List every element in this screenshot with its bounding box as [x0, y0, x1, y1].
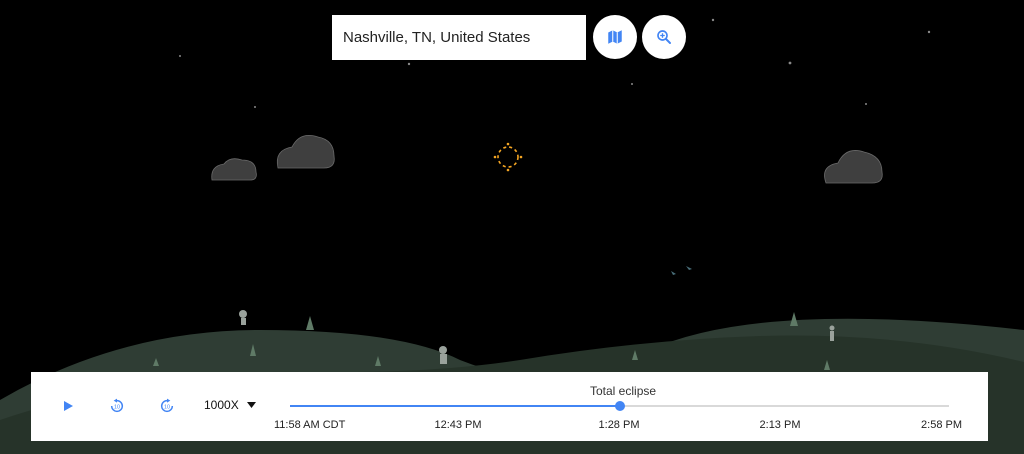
- timeline-tick-label: 2:13 PM: [759, 419, 801, 431]
- forward-10-button[interactable]: 10: [157, 396, 177, 416]
- cloud-left-small: [211, 158, 257, 181]
- rewind-10-button[interactable]: 10: [107, 396, 127, 416]
- timeline-progress: [290, 405, 620, 407]
- event-label: Total eclipse: [590, 384, 657, 398]
- map-button[interactable]: [593, 15, 637, 59]
- forward-badge: 10: [164, 405, 170, 411]
- birds: [671, 266, 692, 275]
- cloud-right: [824, 150, 883, 184]
- timeline-thumb[interactable]: [614, 401, 625, 411]
- zoom-in-icon: [657, 30, 671, 44]
- zoom-button[interactable]: [642, 15, 686, 59]
- location-search-input[interactable]: Nashville, TN, United States: [332, 15, 586, 60]
- playback-controls: 10 10 1000X Total eclipse 11:58 AM CDT 12…: [31, 372, 988, 441]
- caret-down-icon: [246, 402, 256, 408]
- play-button[interactable]: [59, 397, 77, 415]
- map-icon: [608, 30, 622, 44]
- eclipse-sun-icon: [493, 142, 523, 172]
- replay-10-icon: 10: [110, 398, 124, 413]
- forward-10-icon: 10: [160, 398, 174, 413]
- play-icon: [64, 401, 73, 411]
- rewind-badge: 10: [114, 405, 120, 411]
- timeline-tick-label: 12:43 PM: [434, 419, 482, 431]
- timeline-tick-label: 2:58 PM: [921, 419, 962, 431]
- cloud-left-large: [276, 134, 335, 169]
- timeline-tick-label: 11:58 AM CDT: [274, 419, 346, 431]
- timeline-slider[interactable]: [290, 401, 949, 411]
- speed-label: 1000X: [204, 398, 239, 412]
- speed-select[interactable]: 1000X: [204, 398, 256, 412]
- location-text: Nashville, TN, United States: [343, 29, 531, 46]
- timeline-tick-label: 1:28 PM: [598, 419, 640, 431]
